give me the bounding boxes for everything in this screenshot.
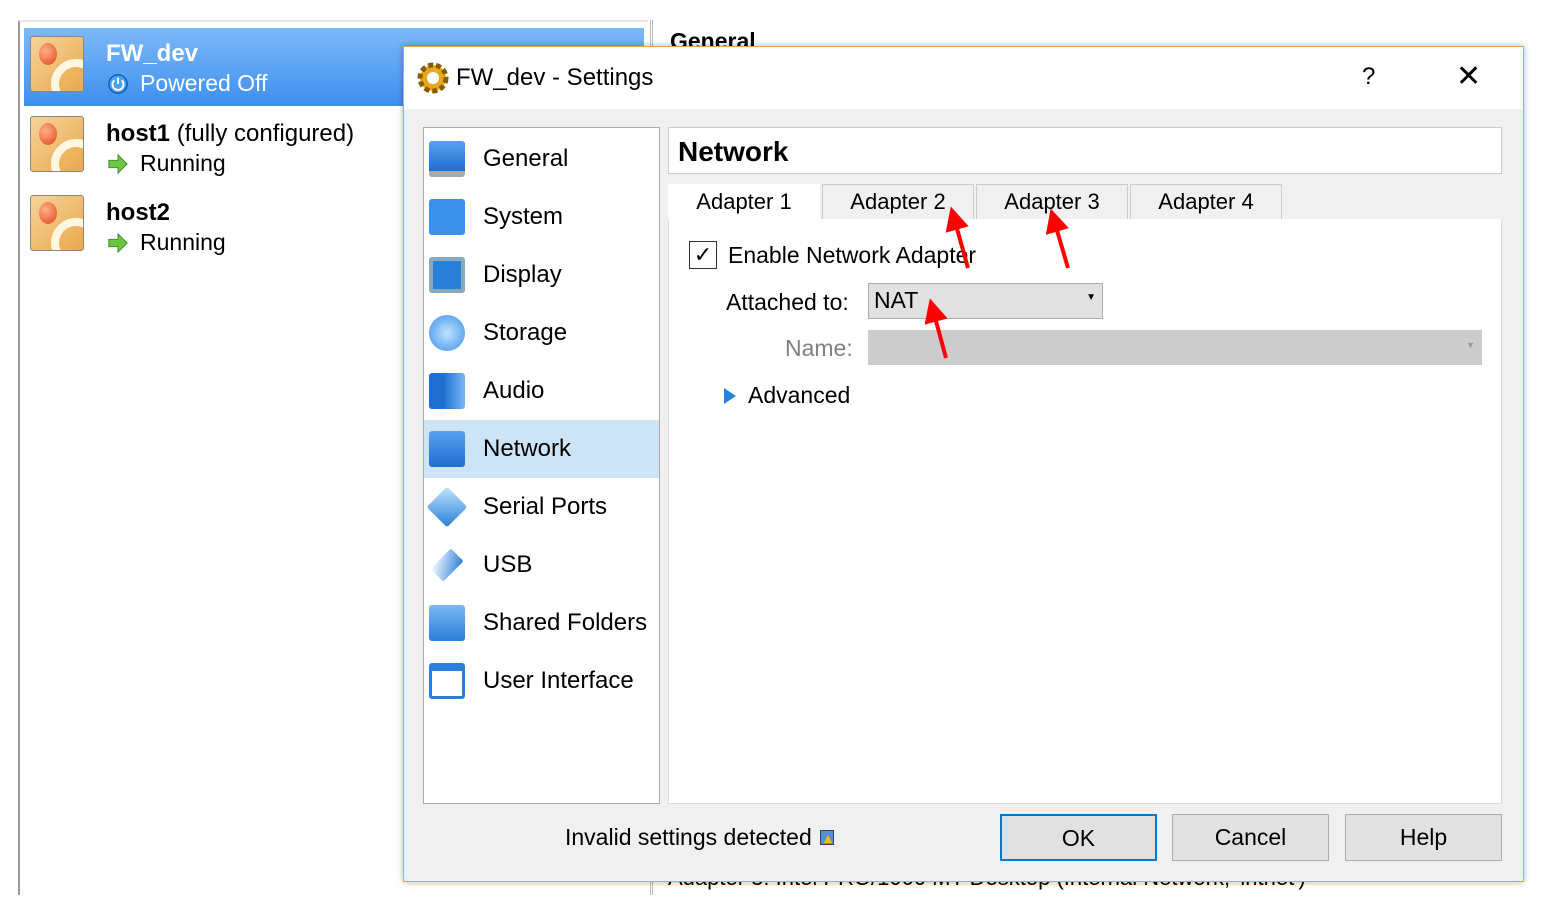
warning-icon[interactable] (819, 830, 834, 845)
page-title: Network (668, 127, 1502, 174)
vm-state: Running (140, 150, 226, 176)
usb-icon (430, 548, 464, 582)
name-label: Name: (785, 335, 853, 361)
serial-ports-icon (426, 486, 468, 528)
category-label: Display (483, 261, 562, 288)
enable-adapter-label[interactable]: Enable Network Adapter (728, 242, 976, 269)
category-label: General (483, 145, 569, 172)
power-icon (108, 73, 128, 94)
category-label: Audio (483, 377, 545, 404)
category-network[interactable]: Network (424, 420, 659, 478)
attached-to-label: Attached to: (726, 289, 849, 315)
category-label: Shared Folders (483, 609, 648, 636)
category-storage[interactable]: Storage (424, 304, 659, 362)
advanced-toggle[interactable]: Advanced (724, 382, 850, 409)
category-audio[interactable]: Audio (424, 362, 659, 420)
vm-name: FW_dev (106, 40, 199, 67)
vm-os-icon (30, 195, 84, 251)
category-usb[interactable]: USB (424, 536, 659, 594)
display-icon (429, 257, 465, 293)
category-label: Serial Ports (483, 493, 608, 520)
vm-os-icon (30, 116, 84, 172)
tab-adapter-1[interactable]: Adapter 1 (668, 184, 820, 219)
audio-icon (429, 373, 465, 409)
general-icon (429, 141, 465, 177)
category-serial-ports[interactable]: Serial Ports (424, 478, 659, 536)
storage-icon (429, 315, 465, 351)
chevron-down-icon: ▼ (1466, 340, 1475, 350)
advanced-label: Advanced (748, 382, 851, 408)
tab-panel: ✓ Enable Network Adapter Attached to: NA… (668, 219, 1502, 804)
gear-icon (417, 62, 449, 94)
category-shared-folders[interactable]: Shared Folders (424, 594, 659, 652)
close-button[interactable]: ✕ (1456, 59, 1481, 94)
tab-adapter-2[interactable]: Adapter 2 (822, 184, 974, 219)
category-general[interactable]: General (424, 130, 659, 188)
title-bar: FW_dev - Settings ? ✕ (404, 47, 1523, 109)
cancel-button[interactable]: Cancel (1172, 814, 1329, 861)
running-arrow-icon (108, 232, 128, 253)
enable-adapter-checkbox[interactable]: ✓ (689, 241, 717, 269)
tab-adapter-4[interactable]: Adapter 4 (1130, 184, 1282, 219)
help-title-button[interactable]: ? (1362, 63, 1375, 91)
category-label: Network (483, 435, 572, 462)
dialog-title: FW_dev - Settings (456, 64, 654, 91)
vm-state: Powered Off (140, 70, 268, 96)
running-arrow-icon (108, 153, 128, 174)
attached-to-select[interactable]: NAT ▼ (868, 283, 1103, 319)
network-page: Network Adapter 1 Adapter 2 Adapter 3 Ad… (668, 127, 1502, 804)
category-label: User Interface (483, 667, 634, 694)
vm-state: Running (140, 229, 226, 255)
adapter-tabs: Adapter 1 Adapter 2 Adapter 3 Adapter 4 (668, 184, 1284, 219)
ok-button[interactable]: OK (1000, 814, 1157, 861)
category-list: General System Display Storage Audio Net… (423, 127, 660, 804)
help-button[interactable]: Help (1345, 814, 1502, 861)
category-system[interactable]: System (424, 188, 659, 246)
attached-to-value: NAT (874, 287, 919, 313)
category-display[interactable]: Display (424, 246, 659, 304)
category-label: USB (483, 551, 533, 578)
vm-name: host1 (106, 120, 171, 147)
network-icon (429, 431, 465, 467)
user-interface-icon (429, 663, 465, 699)
category-label: Storage (483, 319, 568, 346)
category-user-interface[interactable]: User Interface (424, 652, 659, 710)
name-select: ▼ (868, 330, 1482, 365)
chevron-down-icon: ▼ (1086, 292, 1096, 303)
settings-dialog: FW_dev - Settings ? ✕ General System Dis… (403, 46, 1524, 882)
vm-name-extra: (fully configured) (176, 120, 355, 147)
tab-adapter-3[interactable]: Adapter 3 (976, 184, 1128, 219)
system-icon (429, 199, 465, 235)
category-label: System (483, 203, 564, 230)
vm-os-icon (30, 36, 84, 92)
vm-name: host2 (106, 199, 171, 226)
shared-folders-icon (429, 605, 465, 641)
invalid-settings-status: Invalid settings detected (565, 824, 834, 851)
expand-triangle-icon (724, 387, 736, 404)
status-text: Invalid settings detected (565, 824, 812, 850)
